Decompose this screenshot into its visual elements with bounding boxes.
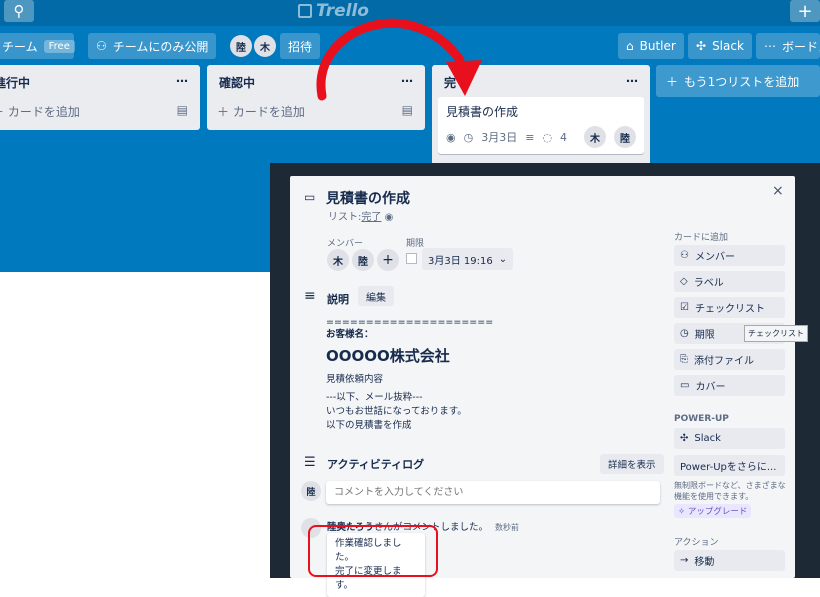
list-info: リスト:完了 ◉	[328, 212, 394, 223]
more-icon: ⋯	[764, 39, 776, 53]
list-link[interactable]: 完了	[361, 212, 381, 223]
sparkle-icon: ✧	[678, 507, 686, 517]
list-menu-icon[interactable]: ⋯	[626, 74, 638, 91]
clock-icon: ◷	[463, 130, 474, 144]
description-icon: ≡	[525, 130, 535, 144]
team-button[interactable]: チーム Free	[0, 33, 75, 59]
activity-title: アクティビティログ	[327, 458, 425, 471]
show-menu-button[interactable]: ⋯ ボードメ	[756, 33, 820, 59]
add-to-card-label: カードに追加	[674, 233, 729, 243]
powerup-label: POWER-UP	[674, 414, 729, 424]
avatar[interactable]: 木	[327, 249, 349, 271]
description-customer-label: お客様名：	[326, 329, 374, 340]
add-list-button[interactable]: ＋もう1つリストを追加	[656, 65, 820, 97]
close-icon[interactable]: ×	[772, 183, 784, 199]
checklist-button[interactable]: ☑ チェックリスト	[674, 297, 785, 318]
add-member-button[interactable]: +	[377, 249, 399, 271]
description-excerpt: ---以下、メール抜粋---	[326, 392, 423, 403]
search-icon: ⚲	[13, 2, 25, 20]
checkbox-icon: ☑	[680, 302, 689, 313]
due-checkbox[interactable]	[406, 253, 417, 264]
butler-button[interactable]: ⌂ Butler	[618, 33, 684, 59]
card-members: 木 陸 +	[327, 249, 399, 271]
list-title[interactable]: 確認中	[219, 74, 255, 91]
edit-description-button[interactable]: 編集	[358, 286, 394, 306]
list-menu-icon[interactable]: ⋯	[176, 74, 188, 91]
free-badge: Free	[43, 39, 75, 53]
comment-icon: ◌	[542, 130, 553, 144]
members-label: メンバー	[327, 239, 364, 249]
arrow-right-icon: →	[680, 555, 689, 566]
slack-icon: ✣	[696, 39, 707, 53]
chevron-down-icon: ⌄	[498, 253, 508, 265]
annotation-arrow	[316, 18, 482, 101]
upgrade-note: 無制限ボードなど、さまざまな 機能を使用できます。	[674, 481, 786, 501]
attachment-button[interactable]: ⎘ 添付ファイル	[674, 349, 785, 370]
avatar[interactable]: 陸	[352, 249, 374, 271]
due-label: 期限	[406, 239, 425, 249]
person-icon: ⚇	[680, 250, 689, 261]
comment-time[interactable]: 数秒前	[495, 523, 519, 532]
checklist-tooltip: チェックリスト	[744, 325, 808, 342]
butler-icon: ⌂	[626, 39, 634, 53]
labels-button[interactable]: ◇ ラベル	[674, 271, 785, 292]
slack-powerup-button[interactable]: ✣ Slack	[674, 428, 785, 449]
comment-input[interactable]	[326, 481, 660, 504]
members-button[interactable]: ⚇ メンバー	[674, 245, 785, 266]
slack-icon: ✣	[680, 433, 689, 444]
description-greeting: いつもお世話になっております。	[326, 406, 467, 417]
card-icon: ▭	[304, 190, 316, 204]
team-icon: ⚇	[96, 39, 107, 53]
search-button[interactable]: ⚲	[4, 0, 34, 22]
description-request: 見積依頼内容	[326, 374, 384, 385]
description-title: 説明	[327, 293, 349, 306]
board-members: 陸 木	[230, 35, 276, 57]
due-date-button[interactable]: 3月3日 19:16 ⌄	[422, 248, 514, 270]
watch-icon: ◉	[446, 130, 456, 144]
tag-icon: ◇	[680, 276, 688, 287]
cover-icon: ▭	[680, 380, 690, 391]
description-body: 以下の見積書を作成	[326, 420, 412, 431]
more-powerups-button[interactable]: Power-Upをさらに...	[674, 455, 785, 476]
description-company: OOOOO株式会社	[326, 347, 450, 365]
avatar[interactable]: 陸	[614, 126, 636, 148]
card-detail-title[interactable]: 見積書の作成	[326, 188, 410, 208]
actions-label: アクション	[674, 538, 719, 548]
upgrade-badge[interactable]: ✧ アップグレード	[674, 504, 752, 518]
avatar[interactable]: 陸	[230, 35, 252, 57]
create-button[interactable]: +	[790, 0, 820, 22]
add-card-button[interactable]: ＋ カードを追加▤	[0, 97, 200, 130]
plus-icon: +	[797, 0, 813, 22]
description-icon: ≡	[304, 288, 316, 304]
comment-count: 4	[560, 130, 568, 144]
template-icon[interactable]: ▤	[177, 103, 188, 120]
due-date-badge: 3月3日	[481, 131, 518, 144]
avatar[interactable]: 木	[584, 126, 606, 148]
clock-icon: ◷	[680, 328, 689, 339]
avatar[interactable]: 木	[254, 35, 276, 57]
visibility-button[interactable]: ⚇ チームにのみ公開	[88, 33, 217, 59]
list-title[interactable]: 進行中	[0, 74, 30, 91]
list-in-progress: 進行中 ⋯ ＋ カードを追加▤	[0, 65, 200, 130]
card-detail-modal: ▭ 見積書の作成 リスト:完了 ◉ × メンバー 木 陸 + 期限 3月3日 1…	[290, 176, 795, 597]
watch-icon: ◉	[384, 212, 394, 223]
cover-button[interactable]: ▭ カバー	[674, 375, 785, 396]
activity-icon: ☰	[304, 455, 316, 470]
move-button[interactable]: → 移動	[674, 550, 785, 571]
avatar[interactable]: 陸	[301, 481, 321, 501]
show-details-button[interactable]: 詳細を表示	[600, 454, 664, 474]
paperclip-icon: ⎘	[680, 354, 688, 365]
comment-highlight-box	[308, 525, 438, 577]
slack-button[interactable]: ✣ Slack	[688, 33, 752, 59]
